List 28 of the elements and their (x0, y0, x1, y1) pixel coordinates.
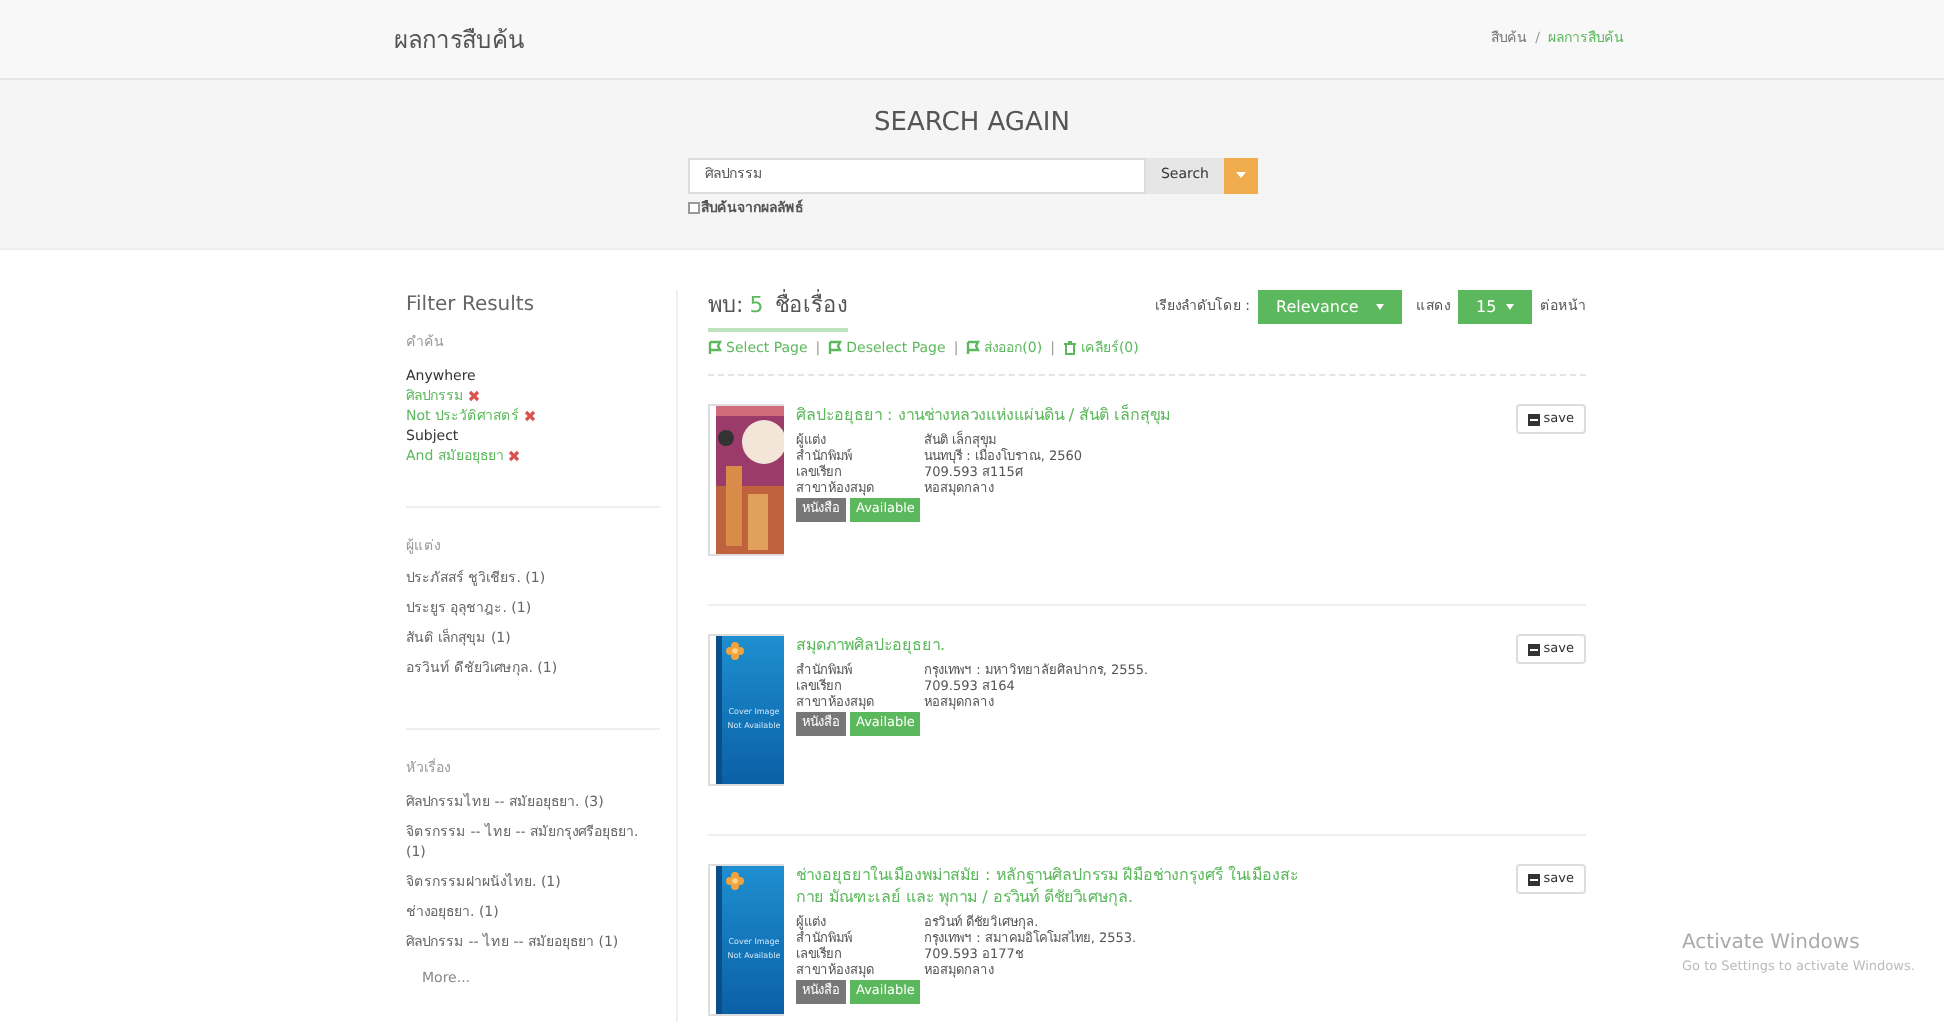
save-icon (1527, 643, 1540, 655)
remove-icon[interactable] (468, 389, 480, 401)
checkbox[interactable] (687, 201, 699, 214)
section-heading: SEARCH AGAIN (874, 106, 1070, 142)
caret-icon (1376, 304, 1384, 310)
notice-title: Activate Windows (1682, 930, 1862, 958)
per-page-select[interactable]: 15 (1458, 290, 1532, 324)
result-title-link[interactable]: สมุดภาพศิลปะอยุธยา. (796, 634, 1306, 656)
sort-select[interactable]: Relevance (1258, 290, 1402, 324)
filter-title: Filter Results (406, 292, 537, 320)
result-title-link[interactable]: ช่างอยุธยาในเมืองพม่าสมัย : หลักฐานศิลปกรรม ฝีมือช่างกรุงศรี ในเมืองสะกาย มัณฑะเลย์ และ พุกาม / อรวินท์ ดีชัยวิเศษกุล. (796, 864, 1306, 908)
page-title: ผลการสืบค้น (394, 23, 524, 57)
result-title-link[interactable]: ศิลปะอยุธยา : งานช่างหลวงแห่งแผ่นดิน / สันติ เล็กสุขุม (796, 404, 1306, 426)
caret-icon (1235, 172, 1245, 178)
caret-icon (1506, 304, 1514, 310)
flag-icon (828, 339, 845, 356)
trash-icon (1062, 339, 1079, 356)
result-count: 5 (749, 290, 764, 322)
flower-icon (726, 872, 744, 890)
flag-icon (966, 339, 983, 356)
flower-icon (726, 642, 744, 660)
save-icon (1527, 873, 1540, 885)
remove-icon[interactable] (523, 409, 535, 421)
remove-icon[interactable] (507, 449, 520, 461)
flag-icon (708, 339, 724, 356)
found-label: ชื่อเรื่อง (775, 290, 848, 322)
save-icon (1527, 413, 1540, 425)
found-label: พบ: (708, 290, 744, 322)
